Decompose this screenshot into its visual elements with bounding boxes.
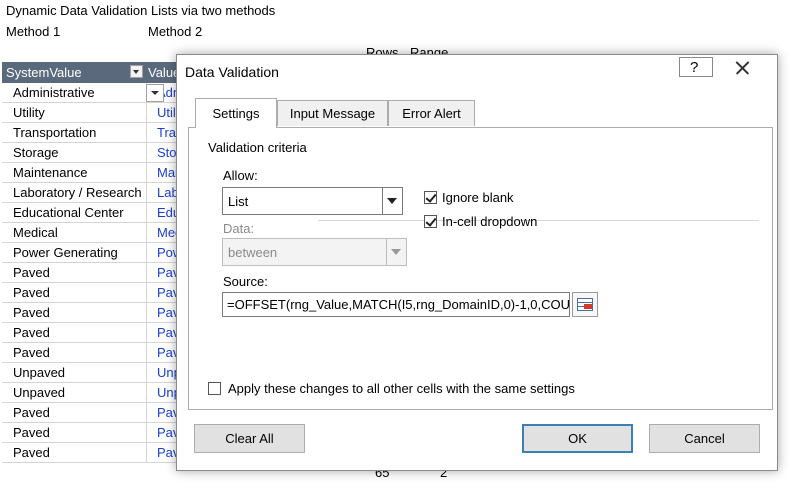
- table-cell[interactable]: Storage: [2, 143, 146, 163]
- system-value-header: SystemValue: [2, 62, 146, 83]
- data-validation-dialog: Data Validation ? Settings Input Message…: [176, 54, 778, 471]
- data-select-value: between: [228, 245, 278, 260]
- system-value-header-label: SystemValue: [6, 65, 82, 80]
- table-cell[interactable]: Maintenance: [2, 163, 146, 183]
- method1-label: Method 1: [6, 24, 61, 39]
- cell-dropdown-arrow-icon[interactable]: [146, 84, 164, 102]
- apply-all-checkbox[interactable]: [208, 382, 221, 395]
- apply-all-label[interactable]: Apply these changes to all other cells w…: [228, 381, 575, 396]
- tab-input-message[interactable]: Input Message: [277, 100, 388, 126]
- sheet-title: Dynamic Data Validation Lists via two me…: [6, 3, 276, 18]
- range-selector-button[interactable]: [572, 292, 598, 317]
- source-label: Source:: [223, 274, 268, 289]
- help-button[interactable]: ?: [679, 57, 713, 77]
- settings-panel: Validation criteria Allow: List Ignore b…: [188, 127, 773, 410]
- table-cell[interactable]: Paved: [2, 283, 146, 303]
- allow-select-value: List: [228, 194, 249, 209]
- source-input[interactable]: =OFFSET(rng_Value,MATCH(I5,rng_DomainID,…: [222, 292, 570, 317]
- system-value-column: SystemValue Administrative Utility Transpo…: [2, 62, 146, 463]
- in-cell-dropdown-label[interactable]: In-cell dropdown: [442, 214, 537, 229]
- tab-error-alert[interactable]: Error Alert: [388, 100, 475, 126]
- allow-label: Allow:: [223, 168, 258, 183]
- filter-dropdown-icon[interactable]: [130, 65, 143, 78]
- clear-all-button[interactable]: Clear All: [194, 424, 305, 453]
- table-cell[interactable]: Administrative: [2, 83, 146, 103]
- table-cell[interactable]: Unpaved: [2, 363, 146, 383]
- table-cell[interactable]: Power Generating: [2, 243, 146, 263]
- data-dropdown-icon: [386, 239, 406, 265]
- method2-label: Method 2: [148, 24, 203, 39]
- ok-button[interactable]: OK: [522, 424, 633, 453]
- table-cell[interactable]: Unpaved: [2, 383, 146, 403]
- allow-dropdown-icon[interactable]: [382, 188, 402, 214]
- ignore-blank-checkbox[interactable]: [424, 191, 437, 204]
- source-input-value: =OFFSET(rng_Value,MATCH(I5,rng_DomainID,…: [227, 297, 570, 312]
- cancel-button[interactable]: Cancel: [649, 424, 760, 453]
- table-cell[interactable]: Paved: [2, 343, 146, 363]
- table-cell[interactable]: Paved: [2, 443, 146, 463]
- table-cell[interactable]: Paved: [2, 303, 146, 323]
- data-label: Data:: [223, 221, 255, 236]
- table-cell[interactable]: Transportation: [2, 123, 146, 143]
- table-cell[interactable]: Utility: [2, 103, 146, 123]
- help-icon: ?: [690, 59, 699, 76]
- close-icon[interactable]: [725, 57, 759, 77]
- tab-settings[interactable]: Settings: [195, 98, 277, 128]
- allow-select[interactable]: List: [222, 187, 403, 215]
- table-cell[interactable]: Paved: [2, 423, 146, 443]
- table-cell[interactable]: Laboratory / Research: [2, 183, 146, 203]
- table-cell[interactable]: Paved: [2, 323, 146, 343]
- data-select: between: [222, 238, 407, 266]
- range-marker-icon: [584, 304, 592, 309]
- criteria-divider: [318, 220, 759, 221]
- table-cell[interactable]: Paved: [2, 263, 146, 283]
- validation-criteria-heading: Validation criteria: [208, 140, 307, 155]
- table-cell[interactable]: Paved: [2, 403, 146, 423]
- ignore-blank-label[interactable]: Ignore blank: [442, 190, 514, 205]
- dialog-title: Data Validation: [185, 64, 279, 80]
- table-cell[interactable]: Medical: [2, 223, 146, 243]
- table-cell[interactable]: Educational Center: [2, 203, 146, 223]
- in-cell-dropdown-checkbox[interactable]: [424, 215, 437, 228]
